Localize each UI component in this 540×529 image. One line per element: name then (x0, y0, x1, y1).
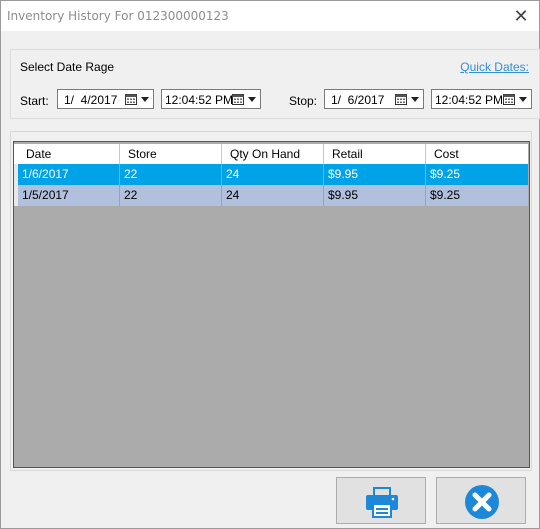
close-icon[interactable]: ✕ (509, 4, 533, 28)
column-header-store[interactable]: Store (120, 144, 222, 164)
cell-qty-on-hand: 24 (222, 185, 324, 206)
cell-retail: $9.95 (324, 164, 426, 185)
column-header-cost[interactable]: Cost (426, 144, 528, 164)
stop-label: Stop: (289, 94, 318, 108)
start-date-picker[interactable]: 1/ 4/2017 (57, 89, 154, 109)
cell-date: 1/6/2017 (18, 164, 120, 185)
chevron-down-icon (248, 97, 256, 102)
cell-cost: $9.25 (430, 188, 461, 202)
table-row[interactable]: 1/6/2017 22 24 $9.95 $9.25 (18, 164, 528, 185)
cell-store: 22 (120, 185, 222, 206)
column-header-qty-on-hand[interactable]: Qty On Hand (222, 144, 324, 164)
column-header-date[interactable]: Date (18, 144, 120, 164)
calendar-icon (125, 93, 137, 105)
chevron-down-icon (411, 97, 419, 102)
print-button[interactable] (336, 477, 426, 524)
window-title: Inventory History For 012300000123 (7, 9, 229, 23)
printer-icon (366, 487, 398, 518)
chevron-down-icon (141, 97, 149, 102)
start-label: Start: (20, 94, 49, 108)
stop-time-picker[interactable]: 12:04:52 PM (431, 89, 532, 109)
cell-cost: $9.25 (430, 167, 461, 181)
cell-store: 22 (120, 164, 222, 185)
calendar-icon (503, 93, 515, 105)
inventory-history-grid[interactable]: Date Store Qty On Hand Retail Cost 1/6/2… (13, 141, 530, 468)
chevron-down-icon (519, 97, 527, 102)
cell-date: 1/5/2017 (18, 185, 120, 206)
cancel-button[interactable] (436, 477, 526, 524)
quick-dates-link[interactable]: Quick Dates: (460, 60, 529, 74)
calendar-icon (232, 93, 244, 105)
calendar-icon (395, 93, 407, 105)
stop-time-value: 12:04:52 PM (435, 93, 504, 107)
stop-date-picker[interactable]: 1/ 6/2017 (324, 89, 424, 109)
start-time-value: 12:04:52 PM (165, 93, 234, 107)
cancel-circle-icon (465, 485, 499, 519)
inventory-history-window: Inventory History For 012300000123 ✕ Sel… (0, 0, 540, 529)
title-bar: Inventory History For 012300000123 ✕ (1, 1, 539, 31)
column-header-retail[interactable]: Retail (324, 144, 426, 164)
cell-retail: $9.95 (324, 185, 426, 206)
cell-qty-on-hand: 24 (222, 164, 324, 185)
start-date-value: 1/ 4/2017 (64, 93, 118, 107)
group-label: Select Date Rage (20, 60, 115, 74)
grid-header: Date Store Qty On Hand Retail Cost (18, 144, 528, 164)
table-row[interactable]: 1/5/2017 22 24 $9.95 $9.25 (18, 185, 528, 206)
stop-date-value: 1/ 6/2017 (331, 93, 385, 107)
date-range-group: Select Date Rage Quick Dates: Start: 1/ … (10, 49, 540, 119)
start-time-picker[interactable]: 12:04:52 PM (161, 89, 261, 109)
